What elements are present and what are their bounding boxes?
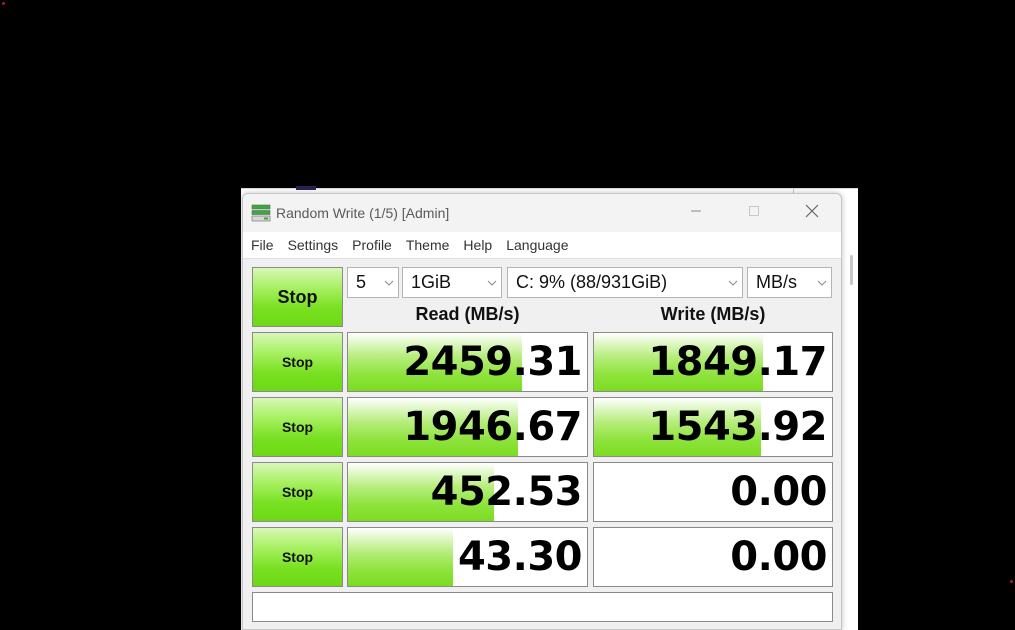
read-result: 43.30 (347, 527, 588, 587)
write-result: 0.00 (593, 462, 833, 522)
read-progress-fill (348, 528, 454, 586)
read-result: 1946.67 (347, 397, 588, 457)
decorative-dot (1010, 580, 1013, 583)
chevron-down-icon (380, 280, 398, 286)
write-value: 0.00 (730, 469, 827, 515)
minimize-button[interactable] (673, 194, 719, 232)
menu-bar: File Settings Profile Theme Help Languag… (243, 232, 841, 258)
write-value: 1849.17 (648, 339, 827, 385)
menu-language[interactable]: Language (506, 237, 568, 253)
window-title: Random Write (1/5) [Admin] (276, 205, 450, 221)
row-stop-button[interactable]: Stop (252, 332, 343, 392)
read-value: 43.30 (457, 534, 583, 580)
row-stop-button[interactable]: Stop (252, 397, 343, 457)
comment-field[interactable] (252, 592, 833, 622)
drive-select[interactable]: C: 9% (88/931GiB) (507, 267, 743, 298)
read-value: 2459.31 (403, 339, 582, 385)
unit-value: MB/s (756, 272, 798, 292)
stop-all-button[interactable]: Stop (252, 267, 343, 327)
minimize-icon (690, 204, 702, 222)
chevron-down-icon (483, 280, 501, 286)
background-window-scrollbar[interactable] (850, 255, 853, 285)
disk-icon (251, 203, 271, 223)
close-button[interactable] (789, 194, 835, 232)
chevron-down-icon (813, 280, 831, 286)
chevron-down-icon (724, 280, 742, 286)
menu-help[interactable]: Help (463, 237, 492, 253)
test-count-select[interactable]: 5 (347, 267, 399, 298)
decorative-dot (2, 2, 5, 5)
read-result: 2459.31 (347, 332, 588, 392)
test-size-value: 1GiB (411, 272, 452, 292)
read-header: Read (MB/s) (415, 304, 520, 324)
read-result: 452.53 (347, 462, 588, 522)
menu-theme[interactable]: Theme (406, 237, 450, 253)
unit-select[interactable]: MB/s (747, 267, 832, 298)
write-result: 1849.17 (593, 332, 833, 392)
write-header: Write (MB/s) (660, 304, 766, 324)
drive-value: C: 9% (88/931GiB) (516, 272, 668, 292)
write-result: 1543.92 (593, 397, 833, 457)
maximize-icon (748, 204, 760, 222)
row-stop-button[interactable]: Stop (252, 462, 343, 522)
write-result: 0.00 (593, 527, 833, 587)
close-icon (805, 204, 819, 223)
row-stop-button[interactable]: Stop (252, 527, 343, 587)
write-value: 1543.92 (648, 404, 827, 450)
benchmark-window: Random Write (1/5) [Admin] File Settings… (242, 193, 842, 630)
read-value: 452.53 (430, 469, 583, 515)
menu-settings[interactable]: Settings (288, 237, 339, 253)
menu-file[interactable]: File (251, 237, 274, 253)
benchmark-panel: Stop 5 1GiB C: 9% (88/931GiB) MB/s Read … (243, 258, 841, 629)
background-window-marker (296, 186, 316, 190)
read-value: 1946.67 (403, 404, 582, 450)
menu-profile[interactable]: Profile (352, 237, 392, 253)
test-count-value: 5 (356, 272, 367, 292)
test-size-select[interactable]: 1GiB (402, 267, 502, 298)
write-value: 0.00 (730, 534, 827, 580)
maximize-button[interactable] (731, 194, 777, 232)
title-bar[interactable]: Random Write (1/5) [Admin] (243, 194, 841, 232)
